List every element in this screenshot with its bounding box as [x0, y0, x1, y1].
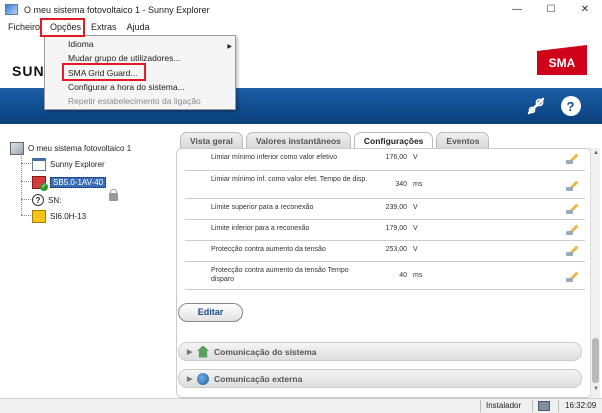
edit-pencil-icon[interactable]	[566, 244, 579, 256]
unknown-device-icon: ?	[32, 194, 44, 206]
param-value: 239,00	[385, 204, 407, 211]
home-icon	[197, 345, 209, 358]
status-separator	[480, 400, 481, 412]
param-unit: ms	[413, 272, 423, 279]
inverter-icon	[32, 175, 48, 191]
param-name: Limiar mínimo inf. como valor efet. Temp…	[211, 176, 368, 183]
menu-item-configurar-hora[interactable]: Configurar a hora do sistema...	[68, 81, 185, 94]
menu-extras[interactable]: Extras	[86, 19, 122, 35]
param-unit: V	[413, 204, 418, 211]
menu-ajuda[interactable]: Ajuda	[122, 19, 155, 35]
param-unit: V	[413, 246, 418, 253]
edit-pencil-icon[interactable]	[566, 270, 579, 282]
menu-bar: Ficheiro Opções Extras Ajuda	[0, 19, 602, 35]
param-unit: V	[413, 225, 418, 232]
tree-connector	[21, 181, 31, 182]
param-value: 176,00	[385, 154, 407, 161]
tree-connector	[21, 199, 31, 200]
tree-root[interactable]: O meu sistema fotovoltaico 1	[10, 141, 131, 155]
tree-item-unknown[interactable]: ? SN:	[32, 193, 61, 207]
title-bar: O meu sistema fotovoltaico 1 - Sunny Exp…	[0, 0, 602, 19]
sma-logo: SMA	[537, 45, 587, 75]
tab-bar: Vista geral Valores instantâneos Configu…	[180, 132, 490, 149]
section-comunicacao-sistema[interactable]: ▶ Comunicação do sistema	[178, 342, 582, 361]
tab-vista-geral[interactable]: Vista geral	[180, 132, 243, 149]
param-name: Limite superior para a reconexão	[211, 204, 314, 211]
tree-item-label: Sunny Explorer	[50, 159, 105, 169]
table-row: Protecção contra aumento da tensão 253,0…	[185, 241, 585, 262]
menu-item-label: Idioma	[68, 39, 94, 49]
menu-item-repetir-ligacao: Repetir estabelecimento da ligação	[68, 96, 201, 106]
table-row: Limite superior para a reconexão 239,00 …	[185, 199, 585, 220]
vertical-scrollbar[interactable]: ▲ ▼	[590, 148, 600, 398]
expand-arrow-icon: ▶	[187, 348, 193, 356]
tree-connector	[21, 215, 31, 216]
warning-device-icon	[32, 209, 46, 223]
highlight-box-menu	[40, 18, 85, 37]
section-label: Comunicação do sistema	[214, 346, 317, 357]
maximize-button[interactable]: ☐	[534, 0, 568, 19]
status-bar: Instalador 16:32:09	[0, 398, 602, 413]
tab-configuracoes[interactable]: Configurações	[353, 132, 434, 149]
tree-item-label: SN:	[48, 195, 62, 205]
lock-icon	[109, 189, 118, 201]
status-separator	[558, 400, 559, 412]
minimize-button[interactable]: —	[500, 0, 534, 19]
section-comunicacao-externa[interactable]: ▶ Comunicação externa	[178, 369, 582, 388]
table-row: Limite inferior para a reconexão 179,00 …	[185, 220, 585, 241]
tree-item-label: SB5.0-1AV-40	[50, 176, 107, 188]
parameter-table: Limiar mínimo inferior como valor efetiv…	[185, 149, 585, 290]
tree-item-sunny-explorer[interactable]: Sunny Explorer	[32, 157, 105, 171]
param-value: 40	[399, 272, 407, 279]
expand-arrow-icon: ▶	[187, 375, 193, 383]
help-icon: ?	[560, 96, 581, 116]
window-controls: — ☐ ✕	[500, 0, 602, 19]
param-name: Limiar mínimo inferior como valor efetiv…	[211, 154, 338, 161]
menu-item-idioma[interactable]: Idioma ▶	[68, 38, 232, 51]
tree-item-inverter[interactable]: SB5.0-1AV-40	[32, 175, 107, 191]
scroll-down-icon[interactable]: ▼	[591, 386, 601, 396]
table-row: Limiar mínimo inf. como valor efet. Temp…	[185, 171, 585, 199]
status-time: 16:32:09	[565, 401, 597, 410]
param-value: 340	[395, 181, 407, 188]
app-icon	[5, 4, 18, 15]
edit-pencil-icon[interactable]	[566, 223, 579, 235]
edit-button[interactable]: Editar	[178, 303, 243, 322]
globe-icon	[197, 372, 209, 385]
tree-item-sunny-island[interactable]: SI6.0H-13	[32, 209, 86, 223]
param-unit: V	[413, 154, 418, 161]
param-name: Protecção contra aumento da tensão Tempo…	[211, 267, 349, 283]
wrench-icon[interactable]	[524, 95, 547, 117]
scroll-up-icon[interactable]: ▲	[591, 150, 601, 160]
edit-pencil-icon[interactable]	[566, 152, 579, 164]
tree-connector	[21, 163, 31, 164]
status-user-level: Instalador	[486, 401, 522, 410]
table-row: Limiar mínimo inferior como valor efetiv…	[185, 149, 585, 171]
edit-pencil-icon[interactable]	[566, 202, 579, 214]
tree-root-label: O meu sistema fotovoltaico 1	[28, 143, 132, 153]
connection-icon	[538, 401, 550, 411]
submenu-arrow-icon: ▶	[227, 44, 232, 50]
help-button[interactable]: ?	[559, 95, 582, 117]
edit-pencil-icon[interactable]	[566, 179, 579, 191]
close-button[interactable]: ✕	[568, 0, 602, 19]
explorer-icon	[32, 157, 46, 171]
tab-valores-instantaneos[interactable]: Valores instantâneos	[245, 132, 351, 149]
scroll-thumb[interactable]	[592, 338, 599, 383]
menu-ficheiro[interactable]: Ficheiro	[3, 19, 45, 35]
param-value: 253,00	[385, 246, 407, 253]
highlight-box-grid-guard	[62, 63, 146, 81]
window-title: O meu sistema fotovoltaico 1 - Sunny Exp…	[24, 4, 210, 15]
table-row: Protecção contra aumento da tensão Tempo…	[185, 262, 585, 290]
param-name: Protecção contra aumento da tensão	[211, 246, 326, 253]
tree-item-label: SI6.0H-13	[50, 211, 87, 221]
tab-eventos[interactable]: Eventos	[436, 132, 490, 149]
section-label: Comunicação externa	[214, 373, 303, 384]
param-name: Limite inferior para a reconexão	[211, 225, 310, 232]
param-unit: ms	[413, 181, 423, 188]
status-separator	[532, 400, 533, 412]
param-value: 179,00	[385, 225, 407, 232]
